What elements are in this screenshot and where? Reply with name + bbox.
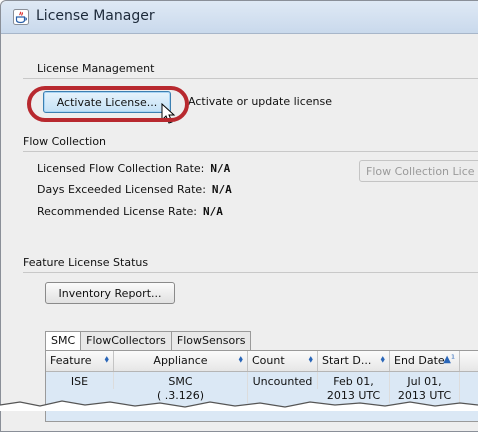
table-header: Feature ⬧ Appliance ⬧ Count ⬧ Start D...…	[46, 351, 478, 372]
tab-flowcollectors[interactable]: FlowCollectors	[80, 331, 172, 350]
cell-count: Uncounted	[248, 372, 318, 389]
window-title: License Manager	[36, 8, 155, 24]
sort-icon: ▲¹	[443, 354, 455, 365]
separator	[23, 272, 478, 273]
license-manager-window: License Manager License Management Activ…	[0, 0, 478, 432]
tab-smc[interactable]: SMC	[45, 331, 82, 351]
days-exceeded-row: Days Exceeded Licensed Rate: N/A	[37, 183, 232, 196]
cell-count-value: Uncounted	[252, 375, 313, 388]
highlight-ring	[27, 86, 189, 122]
licensed-rate-value: N/A	[210, 162, 231, 175]
cell-appliance-name: SMC	[168, 375, 193, 388]
recommended-rate-value: N/A	[203, 205, 223, 218]
header-end-date[interactable]: End Date ▲¹	[390, 351, 460, 371]
recommended-rate-label: Recommended License Rate:	[37, 205, 197, 218]
header-appliance-label: Appliance	[153, 354, 208, 367]
separator	[23, 78, 478, 79]
recommended-rate-row: Recommended License Rate: N/A	[37, 205, 223, 218]
header-feature[interactable]: Feature ⬧	[46, 351, 114, 371]
java-icon	[13, 9, 29, 25]
separator	[23, 151, 478, 152]
header-feature-label: Feature	[50, 354, 92, 367]
cell-end-date-line1: Jul 01,	[407, 375, 442, 388]
sort-icon: ⬧	[308, 354, 314, 365]
cell-feature-value: ISE	[70, 375, 89, 388]
sort-icon: ⬧	[238, 354, 244, 365]
title-bar[interactable]: License Manager	[1, 1, 478, 34]
header-count-label: Count	[252, 354, 285, 367]
licensed-rate-label: Licensed Flow Collection Rate:	[37, 162, 205, 175]
feature-license-table: Feature ⬧ Appliance ⬧ Count ⬧ Start D...…	[45, 350, 478, 422]
tab-flowsensors[interactable]: FlowSensors	[170, 331, 252, 350]
flow-collection-label: Flow Collection	[23, 135, 107, 148]
cell-feature: ISE	[46, 372, 114, 389]
header-start-date-label: Start D...	[322, 354, 372, 367]
license-management-label: License Management	[37, 62, 155, 75]
days-exceeded-label: Days Exceeded Licensed Rate:	[37, 183, 206, 196]
header-appliance[interactable]: Appliance ⬧	[114, 351, 248, 371]
sort-icon: ⬧	[380, 354, 386, 365]
activate-description: Activate or update license	[188, 95, 332, 108]
torn-edge	[0, 400, 478, 411]
license-tabs: SMC FlowCollectors FlowSensors	[45, 331, 252, 351]
header-end-date-label: End Date	[394, 354, 445, 367]
days-exceeded-value: N/A	[211, 183, 232, 196]
feature-license-status-label: Feature License Status	[23, 256, 149, 269]
cell-start-date-line1: Feb 01,	[333, 375, 374, 388]
header-count[interactable]: Count ⬧	[248, 351, 318, 371]
flow-collection-license-button[interactable]: Flow Collection Lice	[359, 160, 478, 182]
header-start-date[interactable]: Start D... ⬧	[318, 351, 390, 371]
inventory-report-button[interactable]: Inventory Report...	[45, 282, 175, 304]
sort-icon: ⬧	[104, 354, 110, 365]
licensed-rate-row: Licensed Flow Collection Rate: N/A	[37, 162, 230, 175]
